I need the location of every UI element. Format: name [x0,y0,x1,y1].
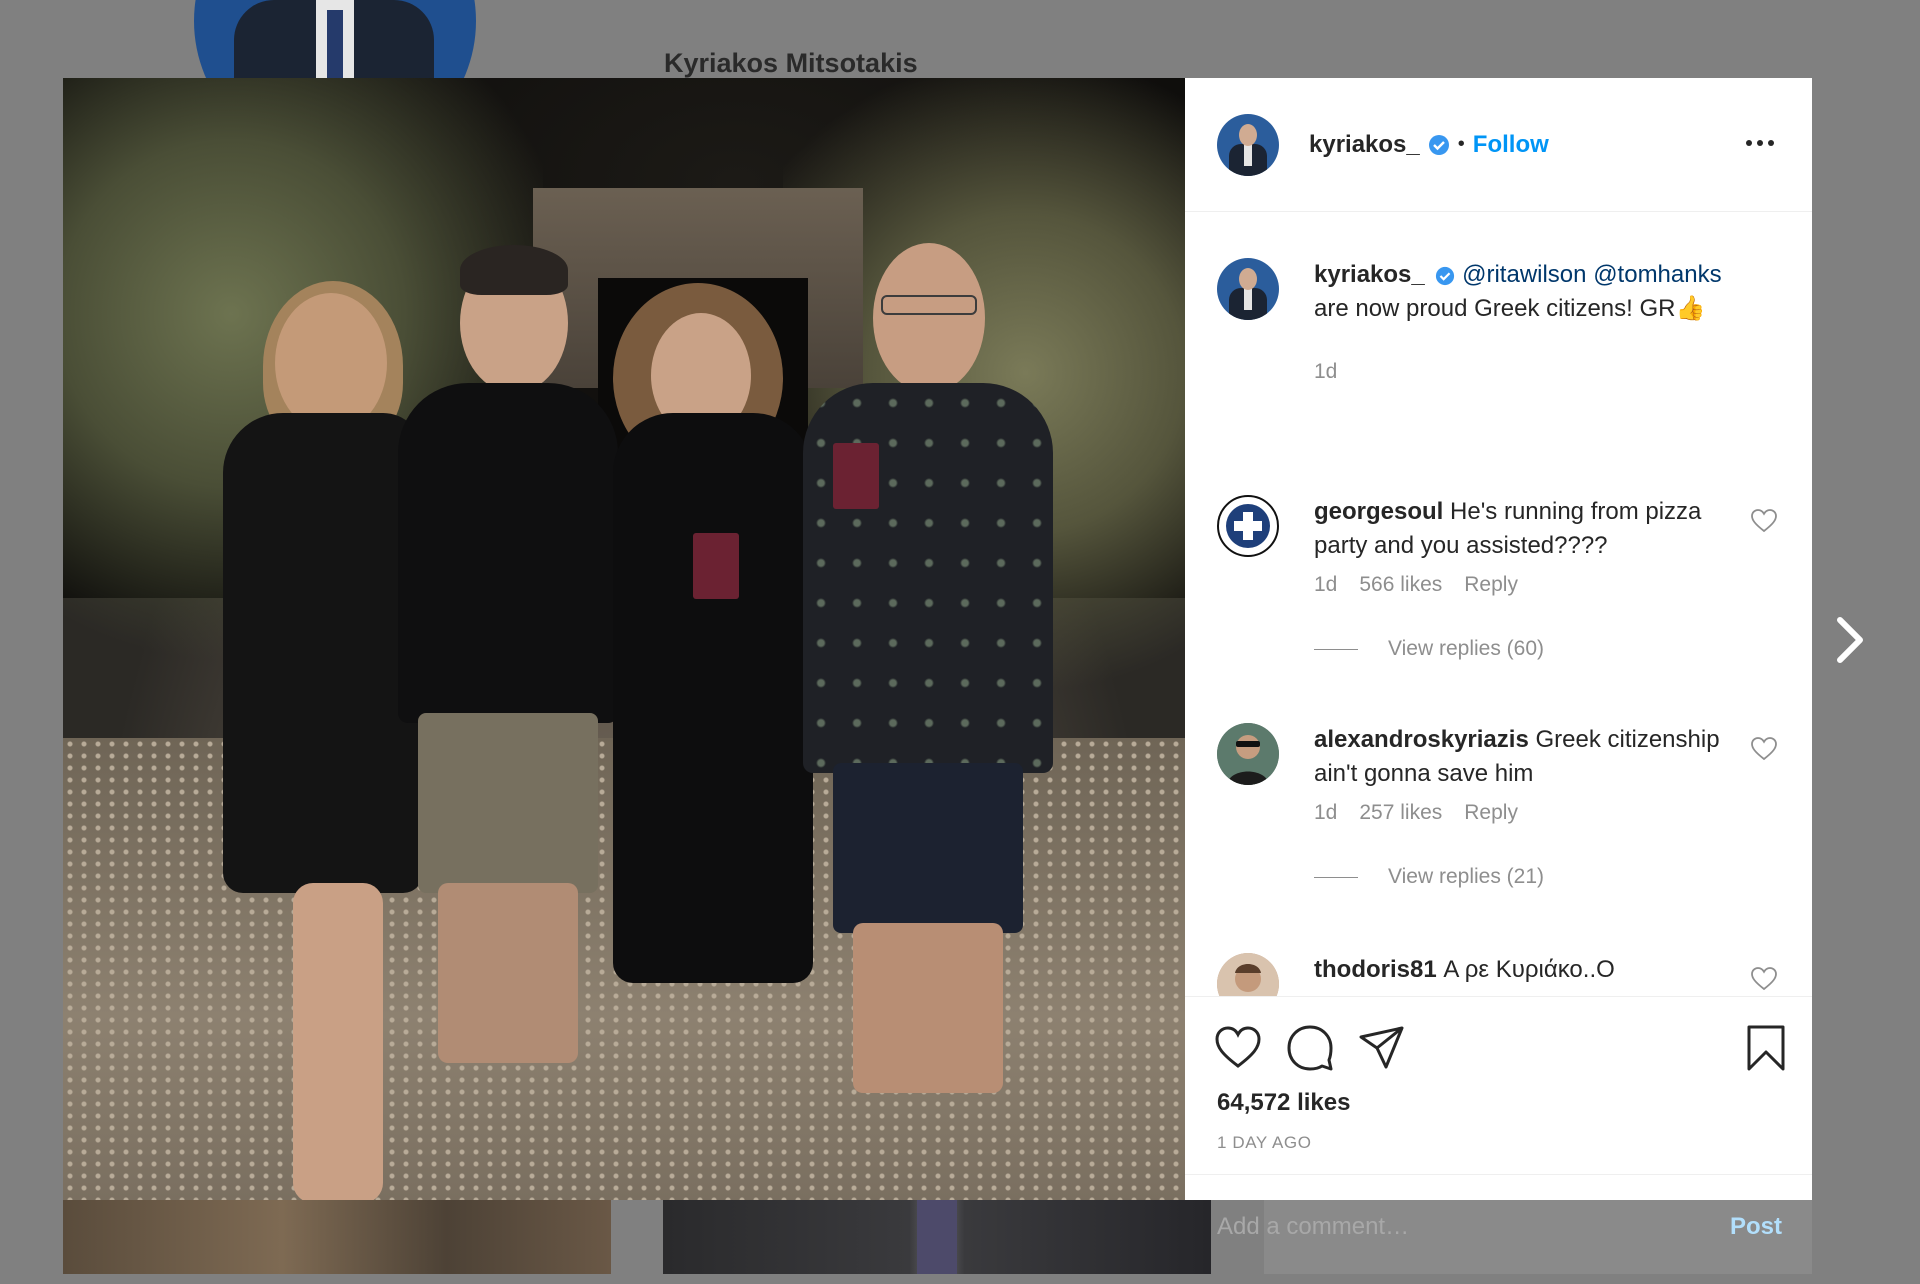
post-modal: kyriakos_ • Follow kyriakos_ @ritawilson… [63,78,1812,1241]
like-comment-heart-icon[interactable] [1751,967,1777,991]
post-photo[interactable] [63,78,1185,1200]
comment-item: georgesoul He's running from pizza party… [1217,495,1787,695]
comment-text: thodoris81 Α ρε Κυριάκο..Ο [1314,953,1744,987]
author-username[interactable]: kyriakos_ [1309,131,1420,159]
comment-text: georgesoul He's running from pizza party… [1314,495,1744,563]
person-figure [593,283,833,1193]
comment-time: 1d [1314,801,1338,824]
like-comment-heart-icon[interactable] [1751,737,1777,761]
caption-username[interactable]: kyriakos_ [1314,261,1425,288]
background-profile-name: Kyriakos Mitsotakis [664,48,918,78]
commenter-avatar[interactable] [1217,723,1279,785]
commenter-username[interactable]: thodoris81 [1314,956,1437,983]
background-thumbnail [663,1190,1211,1274]
view-replies-label: View replies (60) [1388,637,1545,660]
commenter-username[interactable]: alexandroskyriazis [1314,726,1529,753]
reply-button[interactable]: Reply [1464,801,1518,825]
save-bookmark-icon[interactable] [1741,1023,1791,1073]
more-options-icon[interactable] [1742,128,1778,158]
background-thumbnail [63,1190,611,1274]
person-figure [803,243,1083,1143]
comment-text: alexandroskyriazis Greek citizenship ain… [1314,723,1744,791]
comment-bubble-icon[interactable] [1285,1023,1335,1073]
reply-button[interactable]: Reply [1464,573,1518,597]
caption: kyriakos_ @ritawilson @tomhanks are now … [1217,258,1787,383]
comment-item: alexandroskyriazis Greek citizenship ain… [1217,723,1787,923]
post-header: kyriakos_ • Follow [1185,78,1812,212]
comment-likes[interactable]: 257 likes [1359,801,1442,825]
view-replies-label: View replies (21) [1388,865,1545,888]
post-actions: 64,572 likes 1 DAY AGO [1185,996,1812,1174]
commenter-avatar[interactable] [1217,953,1279,996]
post-comment-button[interactable]: Post [1730,1213,1782,1241]
comment-meta: 1d 257 likes Reply [1314,801,1518,825]
comments-list[interactable]: kyriakos_ @ritawilson @tomhanks are now … [1185,213,1812,996]
commenter-avatar[interactable] [1217,495,1279,557]
follow-button[interactable]: Follow [1473,131,1549,159]
next-post-arrow-icon[interactable] [1830,612,1870,668]
caption-time: 1d [1314,360,1338,383]
view-replies-button[interactable]: View replies (60) [1314,637,1544,661]
mention-link[interactable]: @ritawilson [1462,261,1586,288]
verified-badge-icon [1428,134,1450,156]
post-timestamp: 1 DAY AGO [1217,1133,1312,1152]
view-replies-button[interactable]: View replies (21) [1314,865,1544,889]
caption-body: are now proud Greek citizens! GR👍 [1314,295,1706,322]
like-comment-heart-icon[interactable] [1751,509,1777,533]
like-count[interactable]: 64,572 likes [1217,1089,1350,1117]
caption-text: kyriakos_ @ritawilson @tomhanks are now … [1314,258,1744,326]
caption-author-avatar[interactable] [1217,258,1279,320]
separator-dot: • [1457,133,1465,155]
verified-badge-icon [1435,266,1455,286]
mention-link[interactable]: @tomhanks [1593,261,1721,288]
comment-body: Α ρε Κυριάκο..Ο [1443,956,1615,983]
post-side-panel: kyriakos_ • Follow kyriakos_ @ritawilson… [1185,78,1812,1241]
comment-item: thodoris81 Α ρε Κυριάκο..Ο [1217,953,1787,996]
comment-time: 1d [1314,573,1338,596]
commenter-username[interactable]: georgesoul [1314,498,1443,525]
author-avatar[interactable] [1217,113,1279,176]
comment-input[interactable] [1217,1212,1730,1241]
like-heart-icon[interactable] [1213,1023,1263,1073]
caption-meta: 1d [1314,360,1337,384]
comment-meta: 1d 566 likes Reply [1314,573,1518,597]
comment-likes[interactable]: 566 likes [1359,573,1442,597]
share-paper-plane-icon[interactable] [1357,1023,1407,1073]
add-comment-bar: Post [1185,1174,1812,1278]
